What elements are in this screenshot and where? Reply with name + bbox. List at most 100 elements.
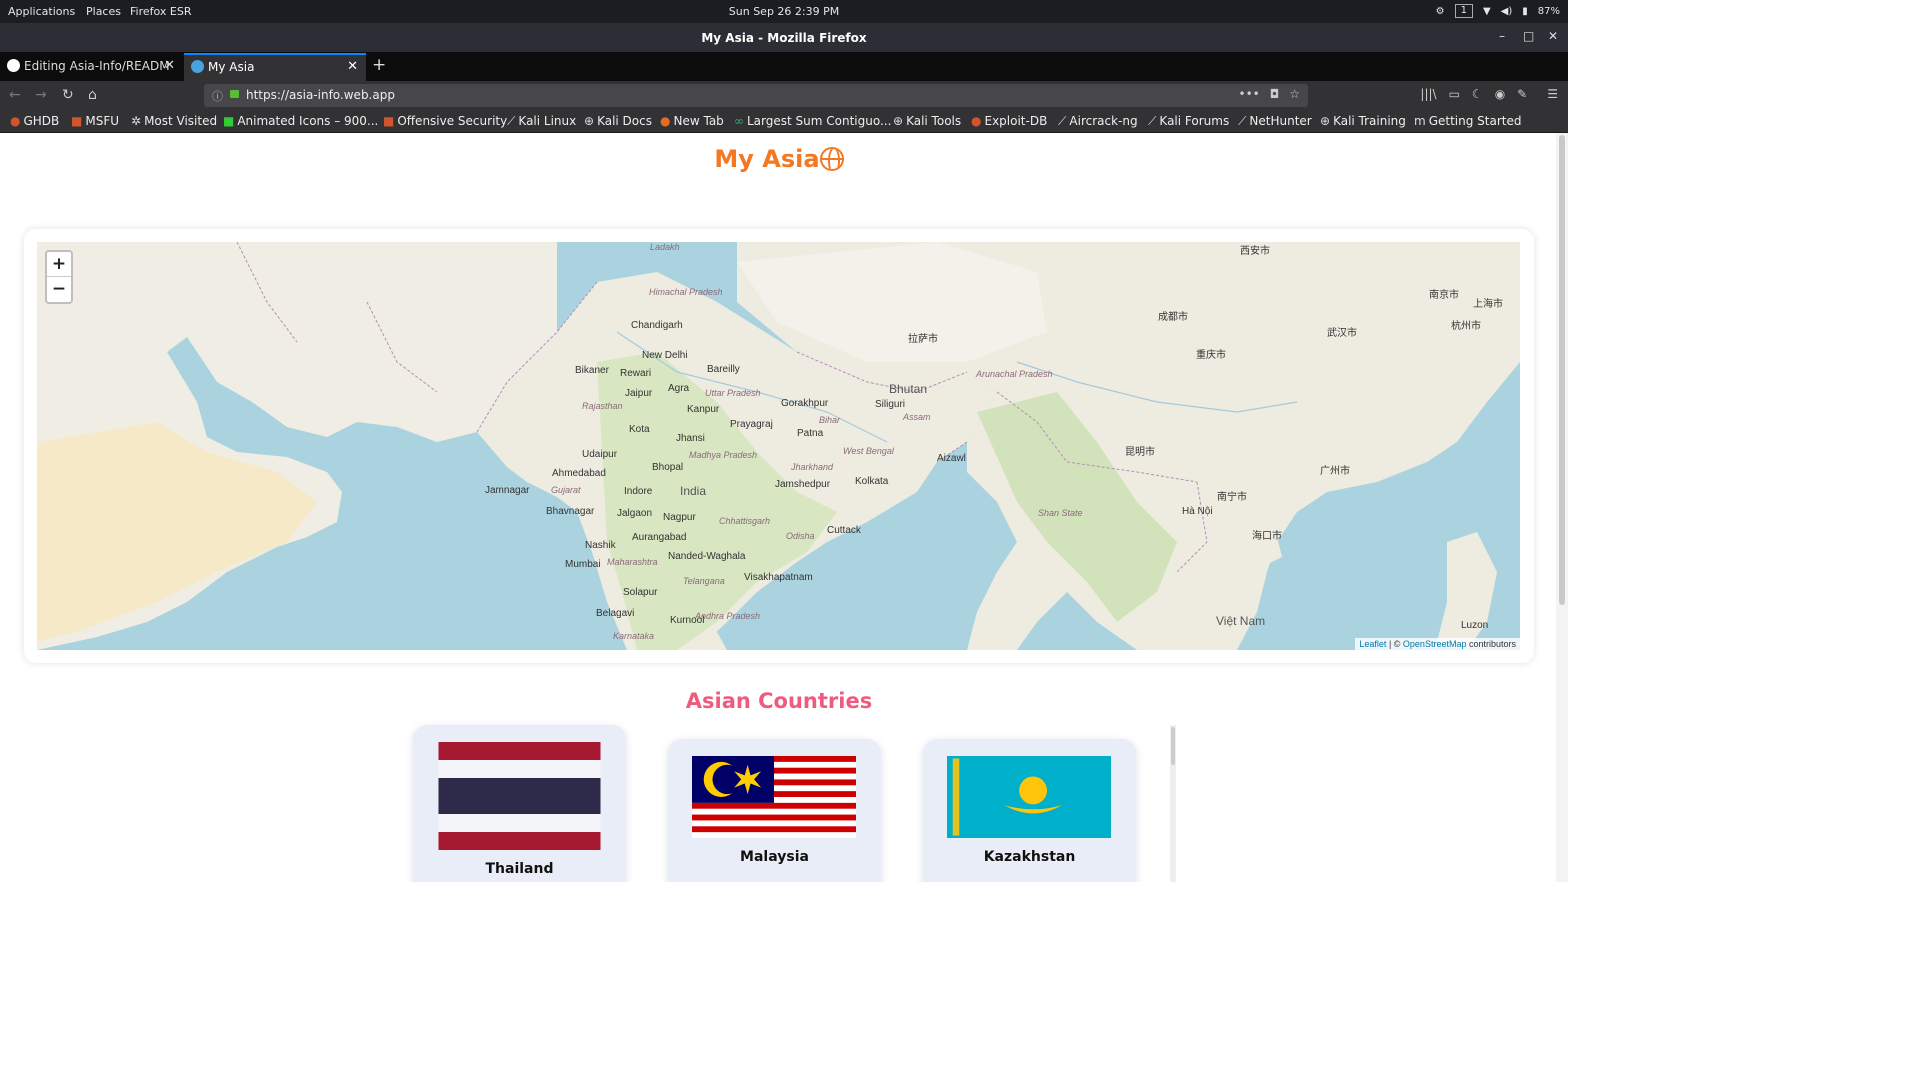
system-tray[interactable]: ⚙ 1 ▼ ◀) ▮ 87%	[1436, 4, 1560, 18]
bookmark-star-icon[interactable]: ☆	[1289, 87, 1300, 101]
back-icon[interactable]: ←	[9, 87, 21, 103]
map-label: Indore	[624, 486, 653, 497]
land-philippines	[1437, 532, 1497, 650]
map-label: Kanpur	[687, 404, 720, 415]
map-label: Jharkhand	[791, 462, 834, 472]
minimize-icon[interactable]: –	[1499, 29, 1505, 43]
cards-scrollbar[interactable]	[1170, 725, 1176, 882]
url-bar[interactable]: ⓘ https://asia-info.web.app ••• ◘ ☆	[204, 84, 1308, 107]
map-label: Siliguri	[875, 399, 906, 410]
bookmark-item[interactable]: ⟋ Kali Forums	[1148, 114, 1229, 129]
tab-label: My Asia	[208, 60, 255, 74]
bookmark-label: GHDB	[23, 114, 60, 128]
zoom-out-button[interactable]: −	[47, 277, 71, 302]
offsec-icon: ■	[383, 114, 395, 128]
scrollbar-thumb[interactable]	[1559, 135, 1565, 605]
globe-icon	[191, 60, 204, 73]
battery-icon[interactable]: ▮	[1522, 6, 1528, 17]
bookmark-item[interactable]: ● New Tab	[660, 114, 724, 128]
kali-icon: ⟋	[1148, 114, 1157, 128]
maximize-icon[interactable]: □	[1523, 29, 1534, 43]
country-card-kazakhstan[interactable]: Kazakhstan	[923, 739, 1136, 882]
library-icon[interactable]: |||\	[1420, 87, 1436, 101]
clock[interactable]: Sun Sep 26 2:39 PM	[0, 5, 1568, 18]
asia-map[interactable]: India New Delhi Chandigarh Bikaner Rewar…	[37, 242, 1520, 650]
country-name: Thailand	[485, 861, 554, 877]
tab-label: Editing Asia-Info/READM	[24, 59, 170, 73]
map-label: 昆明市	[1125, 447, 1155, 458]
extension-icon[interactable]: ◉	[1495, 87, 1505, 101]
bookmark-item[interactable]: ⟋ NetHunter	[1238, 114, 1312, 129]
gfg-icon: ∞	[734, 114, 744, 128]
workspace-indicator[interactable]: 1	[1454, 4, 1473, 18]
openstreetmap-link[interactable]: OpenStreetMap	[1403, 639, 1467, 649]
map-label: Belagavi	[596, 608, 635, 619]
close-window-icon[interactable]: ✕	[1548, 29, 1558, 43]
map-label: Andhra Pradesh	[695, 611, 761, 621]
color-picker-icon[interactable]: ✎	[1517, 87, 1527, 101]
bookmark-item[interactable]: m Getting Started	[1414, 114, 1521, 128]
map-label: Bikaner	[575, 365, 609, 376]
map-label: Himachal Pradesh	[649, 287, 723, 297]
map-label: West Bengal	[843, 446, 894, 456]
bookmark-item[interactable]: ⊕ Kali Docs	[584, 114, 652, 128]
url-text[interactable]: https://asia-info.web.app	[246, 88, 395, 102]
msfu-icon: ■	[71, 114, 83, 128]
page-viewport[interactable]: My Asia India New Delhi Chandigarh Bikan…	[0, 133, 1568, 882]
reload-icon[interactable]: ↻	[62, 87, 74, 103]
map-label: Madhya Pradesh	[689, 450, 758, 460]
bookmark-item[interactable]: ⊕ Kali Training	[1320, 114, 1406, 128]
sidebar-icon[interactable]: ▭	[1449, 87, 1460, 101]
sync-icon[interactable]: ☾	[1472, 87, 1483, 101]
close-tab-icon[interactable]: ✕	[347, 59, 358, 74]
tab-my-asia[interactable]: My Asia ✕	[184, 53, 366, 81]
map-label: 武汉市	[1327, 328, 1357, 339]
lock-icon[interactable]	[230, 90, 239, 98]
page-scrollbar[interactable]	[1556, 133, 1568, 882]
tab-strip: Editing Asia-Info/READM ✕ My Asia ✕ +	[0, 52, 1568, 81]
discord-icon[interactable]: ⚙	[1436, 6, 1445, 17]
bookmark-item[interactable]: ● GHDB	[10, 114, 59, 128]
bookmark-item[interactable]: ■ MSFU	[71, 114, 119, 128]
volume-icon[interactable]: ◀)	[1501, 6, 1513, 17]
country-card-malaysia[interactable]: Malaysia	[668, 739, 881, 882]
map-attribution: Leaflet | © OpenStreetMap contributors	[1355, 638, 1520, 650]
forward-icon[interactable]: →	[35, 87, 47, 103]
pocket-icon[interactable]: ◘	[1270, 87, 1280, 101]
page-actions-icon[interactable]: •••	[1239, 87, 1260, 101]
map-label: 广州市	[1320, 466, 1350, 477]
wifi-icon[interactable]: ▼	[1483, 6, 1491, 17]
site-info-icon[interactable]: ⓘ	[212, 88, 223, 104]
new-tab-icon[interactable]: +	[372, 55, 386, 75]
bookmark-item[interactable]: ∞ Largest Sum Contiguo...	[734, 114, 891, 128]
tab-editing-readme[interactable]: Editing Asia-Info/READM ✕	[0, 53, 183, 81]
bookmark-label: MSFU	[85, 114, 119, 128]
map-label: Nanded-Waghala	[668, 551, 746, 562]
system-top-bar: Applications Places Firefox ESR Sun Sep …	[0, 0, 1568, 23]
bookmark-item[interactable]: ⊕ Kali Tools	[893, 114, 961, 128]
map-label: Bihar	[819, 415, 841, 425]
exploit-db-icon: ●	[971, 114, 982, 128]
bookmark-item[interactable]: ✲ Most Visited	[131, 114, 217, 128]
country-name: Malaysia	[740, 849, 809, 865]
map-label: Hà Nội	[1182, 506, 1213, 517]
bookmark-item[interactable]: ■ Offensive Security	[383, 114, 507, 128]
bookmark-item[interactable]: ⟋ Aircrack-ng	[1058, 114, 1138, 129]
zoom-in-button[interactable]: +	[47, 252, 71, 277]
bookmark-item[interactable]: ■ Animated Icons – 900...	[223, 114, 378, 128]
gear-icon: ✲	[131, 114, 142, 128]
leaflet-link[interactable]: Leaflet	[1359, 639, 1386, 649]
map-label: Bhutan	[889, 382, 928, 396]
country-card-thailand[interactable]: Thailand	[413, 725, 626, 882]
home-icon[interactable]: ⌂	[88, 87, 97, 103]
hamburger-menu-icon[interactable]: ☰	[1547, 87, 1558, 101]
map-label: Bhopal	[652, 462, 684, 473]
bookmark-item[interactable]: ● Exploit-DB	[971, 114, 1047, 128]
bookmark-item[interactable]: ⟋ Kali Linux	[507, 114, 576, 129]
map-label: Chandigarh	[631, 320, 683, 331]
close-tab-icon[interactable]: ✕	[164, 58, 175, 73]
map-label: Jaipur	[625, 388, 653, 399]
map-label: Prayagraj	[730, 419, 773, 430]
globe-icon: ⊕	[584, 114, 595, 128]
map-label: 西安市	[1240, 246, 1270, 257]
